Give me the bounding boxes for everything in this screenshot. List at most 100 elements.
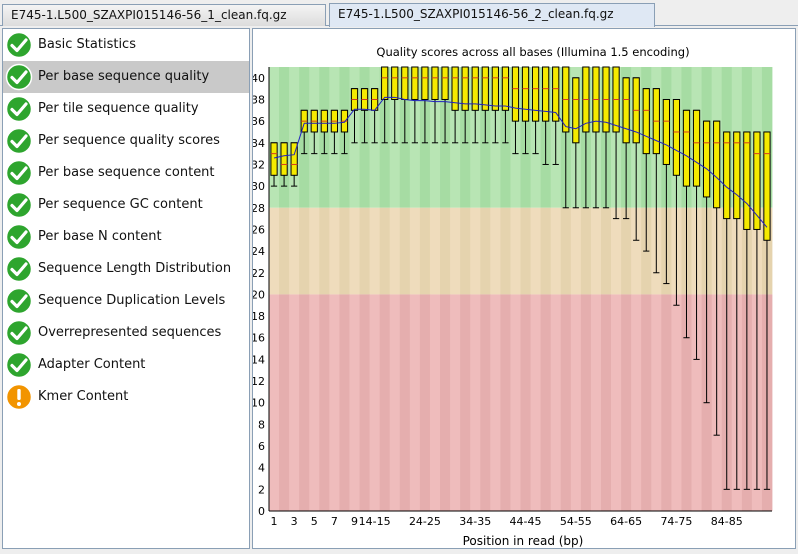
pass-check-icon	[5, 95, 33, 123]
iqr-box	[692, 109, 701, 187]
iqr-box	[682, 109, 691, 187]
x-tick-label: 5	[311, 515, 318, 528]
iqr-box	[511, 66, 520, 122]
iqr-box	[421, 66, 429, 100]
pass-check-icon	[5, 31, 33, 59]
module-label: Per base sequence content	[38, 165, 215, 180]
iqr-box	[743, 131, 751, 230]
iqr-box	[542, 66, 550, 122]
module-item-overrepresented-sequences[interactable]: Overrepresented sequences	[3, 317, 249, 349]
iqr-box	[531, 66, 540, 122]
iqr-box	[451, 66, 459, 111]
y-tick-label: 40	[253, 72, 265, 85]
warn-exclamation-icon	[5, 383, 33, 411]
pass-check-icon	[5, 127, 33, 155]
iqr-box	[401, 66, 409, 100]
pass-check-icon	[5, 223, 33, 251]
iqr-box	[270, 142, 278, 176]
module-item-sequence-duplication-levels[interactable]: Sequence Duplication Levels	[3, 285, 249, 317]
iqr-box	[280, 142, 288, 176]
iqr-box	[662, 98, 670, 165]
module-item-per-base-n-content[interactable]: Per base N content	[3, 221, 249, 253]
y-tick-label: 6	[258, 440, 265, 453]
file-tab-bar: E745-1.L500_SZAXPI015146-56_1_clean.fq.g…	[0, 0, 798, 27]
module-item-per-base-sequence-quality[interactable]: Per base sequence quality	[3, 61, 249, 93]
module-item-per-sequence-gc-content[interactable]: Per sequence GC content	[3, 189, 249, 221]
iqr-box	[491, 66, 499, 111]
y-tick-label: 10	[253, 397, 265, 410]
quality-boxplot-chart: 02468101214161820222426283032343638401 3 5…	[251, 45, 773, 548]
y-tick-label: 26	[253, 223, 265, 236]
y-tick-label: 30	[253, 180, 265, 193]
pass-check-icon	[5, 351, 33, 379]
module-label: Overrepresented sequences	[38, 325, 222, 340]
module-label: Sequence Duplication Levels	[38, 293, 226, 308]
x-tick-label: 54-55	[560, 515, 592, 528]
y-tick-label: 18	[253, 310, 265, 323]
module-label: Adapter Content	[38, 357, 146, 372]
y-tick-label: 2	[258, 483, 265, 496]
chart-title: Quality scores across all bases (Illumin…	[376, 45, 689, 59]
y-tick-label: 22	[253, 267, 265, 280]
x-tick-label: 74-75	[660, 515, 692, 528]
pass-check-icon	[5, 159, 33, 187]
iqr-box	[713, 120, 721, 209]
module-label: Per base N content	[38, 229, 162, 244]
iqr-box	[481, 66, 489, 111]
iqr-box	[723, 131, 731, 220]
x-tick-label: 14-15	[359, 515, 391, 528]
x-tick-label: 7	[331, 515, 338, 528]
module-label: Per tile sequence quality	[38, 101, 199, 116]
y-tick-label: 16	[253, 332, 265, 345]
module-label: Basic Statistics	[38, 37, 136, 52]
y-tick-label: 38	[253, 93, 265, 106]
y-tick-label: 0	[258, 505, 265, 518]
module-item-kmer-content[interactable]: Kmer Content	[3, 381, 249, 413]
module-item-per-tile-sequence-quality[interactable]: Per tile sequence quality	[3, 93, 249, 125]
y-tick-label: 36	[253, 115, 265, 128]
module-item-per-base-sequence-content[interactable]: Per base sequence content	[3, 157, 249, 189]
iqr-box	[672, 98, 681, 176]
module-label: Per sequence GC content	[38, 197, 203, 212]
module-list: Basic Statistics Per base sequence qualit…	[2, 28, 250, 549]
iqr-box	[642, 88, 650, 155]
y-tick-label: 12	[253, 375, 265, 388]
x-tick-label: 34-35	[459, 515, 491, 528]
y-tick-label: 20	[253, 288, 265, 301]
x-tick-label: 64-65	[610, 515, 642, 528]
pass-check-icon	[5, 287, 33, 315]
x-tick-label: 3	[291, 515, 298, 528]
module-label: Per base sequence quality	[38, 69, 210, 84]
chart-panel: 0 2 4 6 8 10 12 14 16 18 20 22 24 26 28 30 32 34 36 38 40 1 3 5…	[251, 28, 796, 549]
x-tick-label: 84-85	[711, 515, 743, 528]
file-tab-2[interactable]: E745-1.L500_SZAXPI015146-56_2_clean.fq.g…	[329, 3, 655, 27]
module-label: Kmer Content	[38, 389, 129, 404]
iqr-box	[622, 77, 630, 144]
pass-check-icon	[5, 191, 33, 219]
x-tick-label: 1	[271, 515, 278, 528]
iqr-box	[501, 66, 510, 111]
module-label: Sequence Length Distribution	[38, 261, 232, 276]
x-axis-label: Position in read (bp)	[463, 534, 584, 548]
iqr-box	[431, 66, 439, 100]
iqr-box	[702, 120, 711, 198]
module-item-sequence-length-distribution[interactable]: Sequence Length Distribution	[3, 253, 249, 285]
y-tick-label: 28	[253, 202, 265, 215]
iqr-box	[572, 77, 580, 144]
file-tab-1[interactable]: E745-1.L500_SZAXPI015146-56_1_clean.fq.g…	[2, 4, 326, 26]
y-tick-label: 14	[253, 353, 265, 366]
y-tick-label: 24	[253, 245, 265, 258]
y-tick-label: 4	[258, 462, 265, 475]
iqr-box	[733, 131, 741, 220]
y-tick-label: 34	[253, 137, 265, 150]
module-item-per-sequence-quality-scores[interactable]: Per sequence quality scores	[3, 125, 249, 157]
module-item-basic-statistics[interactable]: Basic Statistics	[3, 29, 249, 61]
y-tick-label: 32	[253, 158, 265, 171]
x-tick-label: 44-45	[510, 515, 542, 528]
y-tick-label: 8	[258, 418, 265, 431]
iqr-box	[411, 66, 419, 100]
module-item-adapter-content[interactable]: Adapter Content	[3, 349, 249, 381]
pass-check-icon	[5, 63, 33, 91]
iqr-box	[521, 66, 530, 122]
pass-check-icon	[5, 319, 33, 347]
